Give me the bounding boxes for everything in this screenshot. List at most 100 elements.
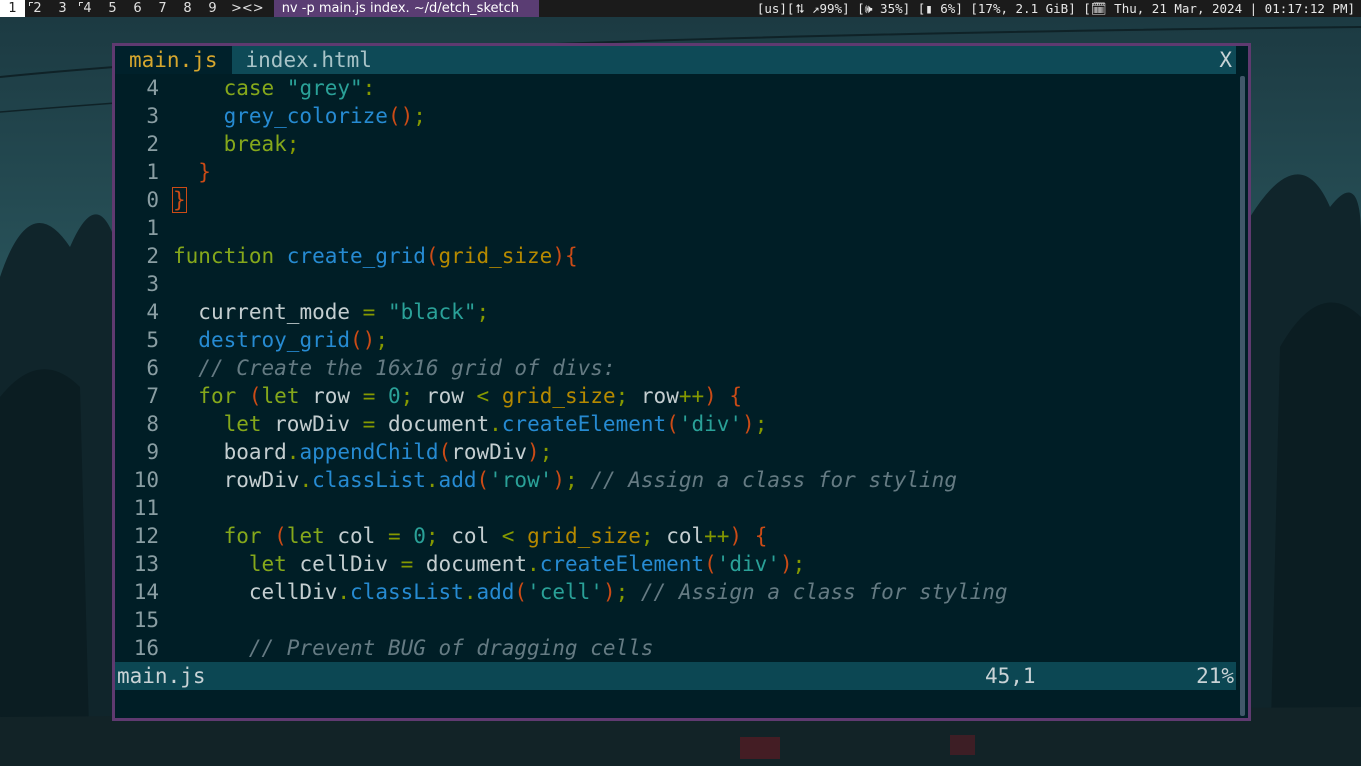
line-number: 6: [146, 356, 159, 380]
code-token: row: [312, 384, 363, 408]
code-token: (: [476, 468, 490, 492]
tab-main-js[interactable]: main.js: [115, 46, 232, 74]
code-line[interactable]: 16 // Prevent BUG of dragging cells: [115, 634, 1236, 662]
code-line[interactable]: 14 cellDiv.classList.add('cell'); // Ass…: [115, 578, 1236, 606]
line-number: 7: [146, 384, 159, 408]
vim-tabline: main.js index.html X: [115, 46, 1236, 74]
code-token: 'div': [678, 412, 743, 436]
workspace-7[interactable]: 7: [150, 0, 175, 17]
workspace-6[interactable]: 6: [125, 0, 150, 17]
code-token: ;: [792, 552, 806, 576]
line-text: current_mode = "black";: [173, 298, 489, 326]
code-token: current_mode: [198, 300, 363, 324]
line-text: board.appendChild(rowDiv);: [173, 438, 553, 466]
close-tab-icon[interactable]: X: [1215, 46, 1236, 74]
code-line[interactable]: 6 // Create the 16x16 grid of divs:: [115, 354, 1236, 382]
code-token: ;: [400, 384, 426, 408]
line-number: 2: [146, 132, 159, 156]
code-line[interactable]: 4 case "grey":: [115, 74, 1236, 102]
line-text: let rowDiv = document.createElement('div…: [173, 410, 768, 438]
workspace-5[interactable]: 5: [100, 0, 125, 17]
code-token: .: [489, 412, 502, 436]
line-number: 3: [146, 272, 159, 296]
line-text: for (let col = 0; col < grid_size; col++…: [173, 522, 768, 550]
line-number: 5: [146, 328, 159, 352]
code-line[interactable]: 0}: [115, 186, 1236, 214]
code-token: ): [527, 440, 540, 464]
code-token: .: [463, 580, 477, 604]
code-line[interactable]: 9 board.appendChild(rowDiv);: [115, 438, 1236, 466]
line-number: 3: [146, 104, 159, 128]
code-token: ): [602, 580, 616, 604]
workspace-1[interactable]: 1: [0, 0, 25, 17]
code-token: create_grid: [286, 244, 426, 268]
line-number: 2: [146, 244, 159, 268]
code-line[interactable]: 3 grey_colorize();: [115, 102, 1236, 130]
code-token: destroy_grid: [198, 328, 351, 352]
code-token: rowDiv: [451, 440, 528, 464]
code-token: grid_size: [501, 384, 616, 408]
terminal-scrollbar[interactable]: [1240, 76, 1245, 716]
line-text: rowDiv.classList.add('row'); // Assign a…: [173, 466, 957, 494]
code-token: rowDiv: [223, 468, 300, 492]
code-token: }: [172, 187, 187, 213]
code-line[interactable]: 5 destroy_grid();: [115, 326, 1236, 354]
workspace-2[interactable]: 2: [25, 0, 50, 17]
terminal-window[interactable]: main.js index.html X 4 case "grey": 3 gre…: [112, 43, 1251, 721]
code-line[interactable]: 12 for (let col = 0; col < grid_size; co…: [115, 522, 1236, 550]
code-token: break: [223, 132, 287, 156]
code-token: classList: [312, 468, 426, 492]
line-text: break;: [173, 130, 300, 158]
statusline-scroll-percent: 21%: [1196, 664, 1234, 688]
code-token: .: [299, 468, 313, 492]
line-number: 11: [133, 496, 159, 520]
vim-statusline: main.js 45,1 21%: [115, 662, 1236, 690]
statusline-filename: main.js: [117, 664, 206, 688]
top-status-bar: 123456789 ><> nv -p main.js index. ~/d/e…: [0, 0, 1361, 17]
code-token: ) {: [704, 384, 743, 408]
code-token: document: [425, 552, 528, 576]
workspace-9[interactable]: 9: [200, 0, 225, 17]
layout-indicator[interactable]: ><>: [225, 0, 272, 17]
code-line[interactable]: 7 for (let row = 0; row < grid_size; row…: [115, 382, 1236, 410]
code-line[interactable]: 1: [115, 214, 1236, 242]
code-line[interactable]: 2 function create_grid(grid_size){: [115, 242, 1236, 270]
code-token: // Assign a class for styling: [640, 580, 1008, 604]
line-text: destroy_grid();: [173, 326, 388, 354]
code-line[interactable]: 8 let rowDiv = document.createElement('d…: [115, 410, 1236, 438]
code-token: ;: [539, 440, 553, 464]
code-token: "black": [387, 300, 477, 324]
code-token: (: [438, 440, 452, 464]
vim-command-line[interactable]: [115, 690, 1236, 718]
line-text: grey_colorize();: [173, 102, 426, 130]
line-number: 9: [146, 440, 159, 464]
code-token: ;: [425, 524, 452, 548]
code-token: row: [640, 384, 679, 408]
code-line[interactable]: 1 }: [115, 158, 1236, 186]
code-line[interactable]: 10 rowDiv.classList.add('row'); // Assig…: [115, 466, 1236, 494]
code-token: (): [387, 104, 414, 128]
code-line[interactable]: 4 current_mode = "black";: [115, 298, 1236, 326]
code-token: (: [514, 580, 528, 604]
code-line[interactable]: 2 break;: [115, 130, 1236, 158]
workspace-3[interactable]: 3: [50, 0, 75, 17]
code-token: createElement: [501, 412, 667, 436]
code-token: ): [742, 412, 755, 436]
code-line[interactable]: 3: [115, 270, 1236, 298]
code-line[interactable]: 11: [115, 494, 1236, 522]
code-token: .: [337, 580, 351, 604]
code-token: ;: [286, 132, 300, 156]
workspace-4[interactable]: 4: [75, 0, 100, 17]
code-token: 'div': [716, 552, 780, 576]
code-token: .: [527, 552, 540, 576]
code-token: (: [248, 384, 262, 408]
code-line[interactable]: 15: [115, 606, 1236, 634]
code-line[interactable]: 13 let cellDiv = document.createElement(…: [115, 550, 1236, 578]
workspace-8[interactable]: 8: [175, 0, 200, 17]
tab-index-html[interactable]: index.html: [232, 46, 386, 74]
code-token: <: [501, 524, 528, 548]
line-text: }: [173, 158, 211, 186]
line-text: let cellDiv = document.createElement('di…: [173, 550, 805, 578]
code-editor[interactable]: 4 case "grey": 3 grey_colorize(); 2 break;…: [115, 74, 1236, 676]
code-token: let: [286, 524, 338, 548]
